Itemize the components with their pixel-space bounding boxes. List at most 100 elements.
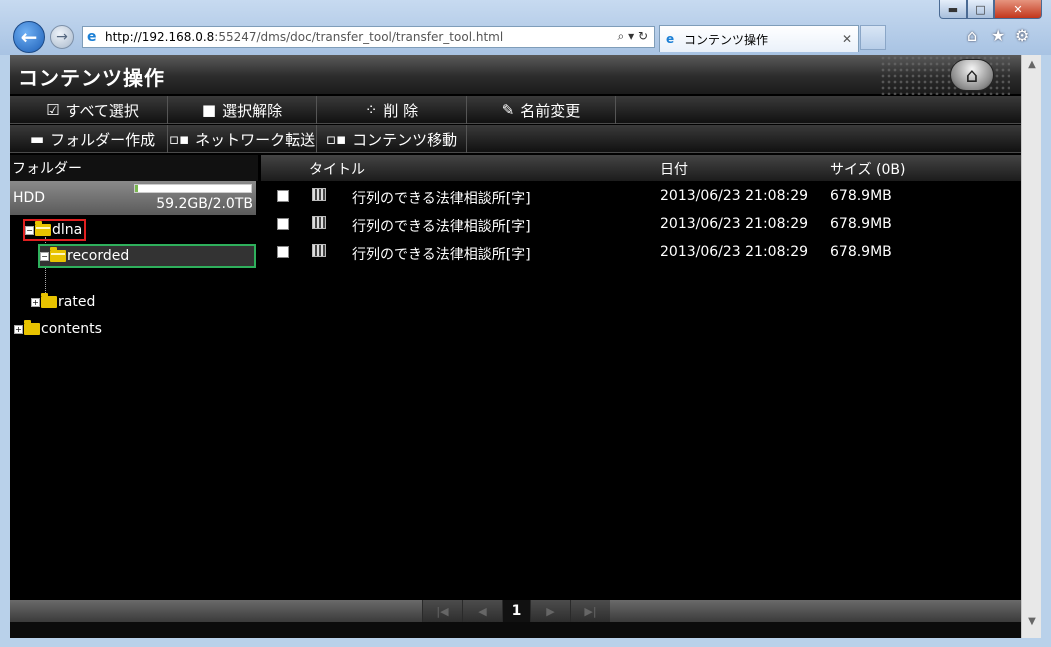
tree-label-rated: rated <box>58 294 96 310</box>
tree-label-dlna: dlna <box>52 222 83 238</box>
arrow-right-icon: → <box>56 29 68 45</box>
row-checkbox[interactable] <box>277 246 289 258</box>
pencil-icon: ✎ <box>501 101 515 119</box>
hdd-size: 59.2GB/2.0TB <box>156 196 253 212</box>
scroll-up-icon[interactable]: ▲ <box>1022 59 1042 77</box>
select-all-label: すべて選択 <box>65 101 139 120</box>
home-icon[interactable]: ⌂ <box>967 26 977 45</box>
video-file-icon <box>312 216 326 229</box>
close-tab-icon[interactable]: ✕ <box>842 32 852 46</box>
tree-label-contents: contents <box>41 321 102 337</box>
folder-open-icon <box>50 247 66 262</box>
back-button[interactable]: ← <box>13 21 45 53</box>
video-file-icon <box>312 244 326 257</box>
tree-node-contents[interactable]: + contents <box>14 319 102 339</box>
transfer-icon: ▫▪ <box>168 130 190 148</box>
move-content-button[interactable]: ▫▪ コンテンツ移動 <box>317 125 467 153</box>
file-list-header: タイトル 日付 サイズ (0B) <box>261 155 1021 181</box>
folder-open-icon <box>35 221 51 236</box>
hdd-usage-bar <box>134 184 252 193</box>
url-host: http://192.168.0.8 <box>105 30 215 44</box>
pagination: |◀ ◀ 1 ▶ ▶| <box>10 600 1021 622</box>
move-icon: ▫▪ <box>325 130 347 148</box>
gear-icon[interactable]: ⚙ <box>1015 26 1029 45</box>
row-date: 2013/06/23 21:08:29 <box>660 188 809 204</box>
row-date: 2013/06/23 21:08:29 <box>660 244 809 260</box>
address-tools[interactable]: ⌕ ▾ ↻ <box>618 29 648 44</box>
collapse-icon[interactable]: − <box>25 225 34 235</box>
tree-node-recorded[interactable]: − recorded <box>38 244 256 268</box>
row-size: 678.9MB <box>830 188 892 204</box>
close-window-button[interactable]: ✕ <box>994 0 1042 19</box>
hdd-storage[interactable]: HDD 59.2GB/2.0TB <box>10 181 256 215</box>
file-list: タイトル 日付 サイズ (0B) 行列のできる法律相談所[字] 2013/06/… <box>261 155 1021 600</box>
expand-icon[interactable]: + <box>14 324 23 334</box>
tab-content-operations[interactable]: e コンテンツ操作 ✕ <box>659 25 859 52</box>
prev-page-button[interactable]: ◀ <box>462 600 502 622</box>
delete-button[interactable]: ⁘ 削 除 <box>317 96 467 124</box>
vertical-scrollbar[interactable]: ▲ ▼ <box>1021 55 1041 638</box>
row-title: 行列のできる法律相談所[字] <box>352 219 531 235</box>
tree-node-rated[interactable]: + rated <box>31 292 95 312</box>
forward-button[interactable]: → <box>50 25 74 49</box>
first-page-button[interactable]: |◀ <box>422 600 462 622</box>
table-row[interactable]: 行列のできる法律相談所[字] 2013/06/23 21:08:29 678.9… <box>261 182 1021 210</box>
row-checkbox[interactable] <box>277 190 289 202</box>
expand-icon[interactable]: + <box>31 297 40 307</box>
search-icon[interactable]: ⌕ <box>618 29 625 43</box>
new-tab-button[interactable] <box>860 25 886 50</box>
deselect-button[interactable]: ■ 選択解除 <box>168 96 317 124</box>
folder-icon: ▬ <box>29 130 45 148</box>
house-icon: ⌂ <box>965 63 979 87</box>
row-checkbox[interactable] <box>277 218 289 230</box>
refresh-icon[interactable]: ↻ <box>638 29 648 43</box>
next-page-button[interactable]: ▶ <box>530 600 570 622</box>
column-title[interactable]: タイトル <box>309 159 365 179</box>
column-size[interactable]: サイズ (0B) <box>830 159 905 179</box>
row-title: 行列のできる法律相談所[字] <box>352 247 531 263</box>
rename-button[interactable]: ✎ 名前変更 <box>467 96 616 124</box>
browser-chrome: ▬ □ ✕ ← → e http://192.168.0.8:55247/dms… <box>0 0 1051 55</box>
page-title: コンテンツ操作 <box>18 66 165 90</box>
square-icon: ■ <box>201 101 217 119</box>
page-header: コンテンツ操作 ⌂ <box>10 55 1021 95</box>
spinner-icon: ⁘ <box>364 101 378 119</box>
hdd-label: HDD <box>13 190 46 206</box>
row-date: 2013/06/23 21:08:29 <box>660 216 809 232</box>
network-transfer-label: ネットワーク転送 <box>195 130 316 149</box>
select-all-button[interactable]: ☑ すべて選択 <box>18 96 168 124</box>
move-content-label: コンテンツ移動 <box>352 130 458 149</box>
footer-shadow <box>10 622 1021 638</box>
table-row[interactable]: 行列のできる法律相談所[字] 2013/06/23 21:08:29 678.9… <box>261 238 1021 266</box>
video-file-icon <box>312 188 326 201</box>
dropdown-icon[interactable]: ▾ <box>628 29 634 43</box>
scroll-down-icon[interactable]: ▼ <box>1022 616 1042 634</box>
star-icon[interactable]: ★ <box>991 26 1005 45</box>
delete-label: 削 除 <box>383 101 419 120</box>
tree-node-dlna[interactable]: − dlna <box>23 219 87 241</box>
create-folder-button[interactable]: ▬ フォルダー作成 <box>18 125 168 153</box>
collapse-icon[interactable]: − <box>40 251 49 261</box>
network-transfer-button[interactable]: ▫▪ ネットワーク転送 <box>168 125 317 153</box>
rename-label: 名前変更 <box>520 101 581 120</box>
toolbar-secondary: ▬ フォルダー作成 ▫▪ ネットワーク転送 ▫▪ コンテンツ移動 <box>10 125 1021 153</box>
tree-label-recorded: recorded <box>67 248 130 264</box>
table-row[interactable]: 行列のできる法律相談所[字] 2013/06/23 21:08:29 678.9… <box>261 210 1021 238</box>
current-page: 1 <box>502 600 530 622</box>
ie-logo-icon: e <box>87 29 97 45</box>
tab-title: コンテンツ操作 <box>684 32 769 47</box>
checkbox-checked-icon: ☑ <box>46 101 60 119</box>
row-size: 678.9MB <box>830 244 892 260</box>
web-page: コンテンツ操作 ⌂ ☑ すべて選択 ■ 選択解除 ⁘ 削 除 ✎ 名前変更 ▬ … <box>10 55 1021 638</box>
address-bar[interactable]: e http://192.168.0.8:55247/dms/doc/trans… <box>82 26 655 48</box>
home-button[interactable]: ⌂ <box>950 59 994 91</box>
hdd-usage-fill <box>135 185 139 192</box>
folder-icon <box>24 320 40 335</box>
column-date[interactable]: 日付 <box>660 159 688 179</box>
maximize-button[interactable]: □ <box>967 0 994 19</box>
last-page-button[interactable]: ▶| <box>570 600 610 622</box>
create-folder-label: フォルダー作成 <box>50 130 156 149</box>
minimize-button[interactable]: ▬ <box>939 0 967 19</box>
toolbar-primary: ☑ すべて選択 ■ 選択解除 ⁘ 削 除 ✎ 名前変更 <box>10 96 1021 124</box>
row-title: 行列のできる法律相談所[字] <box>352 191 531 207</box>
